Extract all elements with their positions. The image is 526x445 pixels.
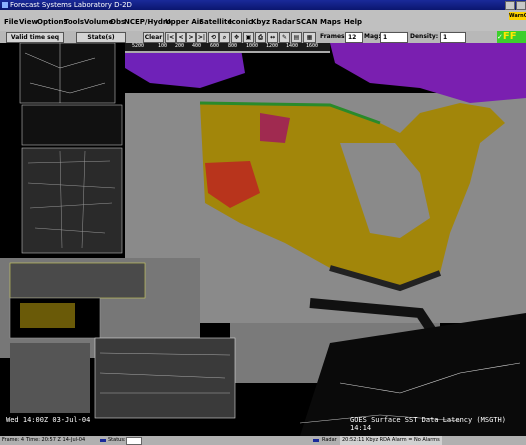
valid-time-seq-button[interactable]: Valid time seq bbox=[6, 32, 64, 43]
menu-volume[interactable]: Volume bbox=[84, 18, 113, 26]
prev-frame-button[interactable]: < bbox=[176, 32, 186, 43]
scale-label: 400 bbox=[192, 43, 202, 49]
loop-icon[interactable]: ⟲ bbox=[208, 32, 219, 43]
menu-iconic[interactable]: Iconic bbox=[229, 18, 252, 26]
menu-file[interactable]: File bbox=[4, 18, 18, 26]
radar-message: 20:52:11 Kbyz RDA Alarm = No Alarms bbox=[340, 436, 442, 445]
status-label: Status: bbox=[108, 437, 126, 443]
scale-label: 5200 bbox=[132, 43, 145, 49]
map-display[interactable]: 5200 100 200 400 600 800 1000 1200 1400 … bbox=[0, 43, 526, 436]
scale-label: 1000 bbox=[246, 43, 259, 49]
menu-satellite[interactable]: Satellite bbox=[199, 18, 232, 26]
menu-view[interactable]: View bbox=[19, 18, 38, 26]
last-frame-button[interactable]: >| bbox=[196, 32, 207, 43]
menu-bar: File View Options Tools Volume Obs NCEP/… bbox=[0, 10, 526, 31]
density-label: Density: bbox=[410, 33, 439, 40]
time-status: Time: 20:57 Z 14-Jul-04 bbox=[26, 437, 86, 443]
first-frame-button[interactable]: |< bbox=[165, 32, 176, 43]
scale-label: 600 bbox=[210, 43, 220, 49]
status-bar: Frame: 4 Time: 20:57 Z 14-Jul-04 Status:… bbox=[0, 436, 526, 445]
pan-icon[interactable]: ✥ bbox=[231, 32, 242, 43]
clear-button[interactable]: Clear bbox=[143, 32, 164, 43]
state-button[interactable]: State(s) bbox=[76, 32, 126, 43]
ff-status-indicator[interactable]: ✓FF bbox=[497, 31, 526, 43]
scale-label: 1200 bbox=[266, 43, 279, 49]
panes-icon[interactable]: ▦ bbox=[303, 32, 316, 43]
frame-datetime-label: Wed 14:00Z 03-Jul-04 bbox=[6, 416, 91, 424]
menu-obs[interactable]: Obs bbox=[110, 18, 125, 26]
window-title: Forecast Systems Laboratory D-2D bbox=[10, 1, 132, 9]
draw-icon[interactable]: ✎ bbox=[279, 32, 290, 43]
next-frame-button[interactable]: > bbox=[186, 32, 196, 43]
frames-label: Frames: bbox=[320, 33, 348, 40]
frames-field[interactable]: 12 bbox=[345, 32, 363, 43]
toolbar: Valid time seq State(s) Clear |< < > >| … bbox=[0, 31, 526, 43]
menu-kbyz[interactable]: Kbyz bbox=[251, 18, 270, 26]
menu-upper-air[interactable]: Upper Air bbox=[165, 18, 203, 26]
menu-maps[interactable]: Maps bbox=[320, 18, 341, 26]
mag-field[interactable]: 1 bbox=[380, 32, 408, 43]
layout-icon[interactable]: ▤ bbox=[291, 32, 302, 43]
menu-radar[interactable]: Radar bbox=[272, 18, 295, 26]
scale-label: 1600 bbox=[306, 43, 319, 49]
status-indicator-icon bbox=[100, 439, 106, 442]
arrows-icon[interactable]: ↔ bbox=[267, 32, 278, 43]
menu-help[interactable]: Help bbox=[344, 18, 362, 26]
warngen-badge[interactable]: WarnGen bbox=[509, 12, 526, 20]
sample-icon[interactable]: ▣ bbox=[243, 32, 254, 43]
scale-label: 100 bbox=[158, 43, 168, 49]
mag-label: Mag: bbox=[364, 33, 381, 40]
print-icon[interactable]: ⎙ bbox=[255, 32, 266, 43]
scale-label: 800 bbox=[228, 43, 238, 49]
map-canvas[interactable] bbox=[0, 43, 526, 436]
radar-indicator-icon bbox=[313, 439, 319, 442]
minimize-button[interactable] bbox=[505, 1, 515, 10]
close-button[interactable] bbox=[516, 1, 526, 10]
product-legend-label[interactable]: GOES Surface SST Data Latency (MSGTH) 14… bbox=[350, 416, 526, 432]
status-field[interactable] bbox=[126, 437, 142, 445]
density-field[interactable]: 1 bbox=[440, 32, 466, 43]
radar-label: Radar bbox=[322, 437, 337, 443]
app-icon bbox=[2, 2, 8, 8]
ff-label: FF bbox=[502, 31, 517, 42]
zoom-icon[interactable]: ⌕ bbox=[219, 32, 230, 43]
scale-label: 200 bbox=[175, 43, 185, 49]
menu-scan[interactable]: SCAN bbox=[296, 18, 317, 26]
scale-label: 1400 bbox=[286, 43, 299, 49]
title-bar: Forecast Systems Laboratory D-2D bbox=[0, 0, 526, 10]
menu-tools[interactable]: Tools bbox=[64, 18, 84, 26]
frame-status: Frame: 4 bbox=[2, 437, 25, 443]
